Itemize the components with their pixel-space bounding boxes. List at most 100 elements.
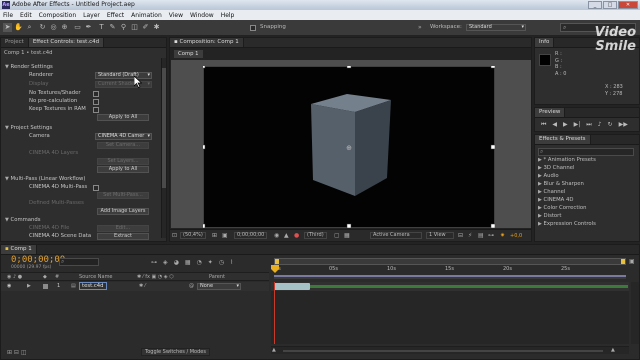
effects-item-expression-controls[interactable]: ▶ Expression Controls	[538, 220, 634, 228]
add-image-layers-button[interactable]: Add Image Layers	[97, 208, 149, 215]
multipass-group[interactable]: ▼ Multi-Pass (Linear Workflow)	[1, 175, 161, 183]
expand-triangle-icon[interactable]: ▼	[5, 176, 9, 182]
no-precalc-checkbox[interactable]	[93, 98, 99, 105]
brush-tool-icon[interactable]: ✎	[108, 23, 117, 32]
menu-effect[interactable]: Effect	[107, 12, 124, 19]
cube-layer[interactable]: ⊕	[203, 66, 495, 228]
tab-timeline-comp[interactable]: ▪ Comp 1	[1, 245, 37, 254]
layer-row[interactable]: ◉ ▶ 1 ▤ test.c4d ✱ ⁄ @ None	[1, 282, 269, 291]
menu-edit[interactable]: Edit	[20, 12, 32, 19]
comp-sub-tab[interactable]: Comp 1	[174, 50, 203, 58]
draft-3d-icon[interactable]: ◈	[163, 259, 168, 266]
exposure-value[interactable]: +0,0	[510, 233, 522, 239]
brainstorm-icon[interactable]: ✦	[208, 259, 213, 266]
expand-triangle-icon[interactable]: ▶	[538, 221, 542, 227]
frame-blending-icon[interactable]: ▦	[185, 259, 191, 266]
ram-preview-icon[interactable]: ▶▶	[619, 121, 628, 129]
timeline-toggle-icon[interactable]: ▤	[478, 232, 484, 239]
effects-item-audio[interactable]: ▶ Audio	[538, 172, 634, 180]
extract-button[interactable]: Extract	[97, 233, 149, 240]
commands-group[interactable]: ▼ Commands	[1, 216, 161, 224]
mask-tool-icon[interactable]: ▭	[73, 23, 82, 32]
rotate-tool-icon[interactable]: ↻	[38, 23, 47, 32]
pan-behind-tool-icon[interactable]: ⊕	[60, 23, 69, 32]
last-frame-icon[interactable]: ⏭	[586, 121, 591, 129]
renderer-dropdown[interactable]: Standard (Draft)	[95, 72, 152, 79]
apply-to-all-render-button[interactable]: Apply to All	[97, 114, 149, 121]
expand-triangle-icon[interactable]: ▶	[538, 205, 542, 211]
track-area[interactable]	[271, 282, 629, 344]
viewer-area[interactable]: ⊕	[171, 60, 531, 228]
layer-name[interactable]: test.c4d	[79, 282, 107, 290]
grid-icon[interactable]: ⊞	[212, 232, 217, 239]
toggle-switches-modes-button[interactable]: Toggle Switches / Modes	[141, 348, 210, 356]
comp-timecode[interactable]: 0;00;00;00	[234, 232, 268, 239]
audio-icon[interactable]: ♪	[598, 121, 602, 129]
flowchart-icon[interactable]: ⊶	[488, 232, 494, 239]
current-time-display[interactable]: 0;00;00;00	[11, 255, 65, 265]
show-snapshot-icon[interactable]: ▲	[284, 232, 289, 239]
effects-item-color-correction[interactable]: ▶ Color Correction	[538, 204, 634, 212]
prev-frame-icon[interactable]: ◀	[552, 121, 557, 129]
parent-header[interactable]: Parent	[209, 274, 225, 280]
timeline-scrollbar[interactable]	[631, 282, 639, 344]
effects-search-input[interactable]: ⌕	[538, 148, 634, 156]
minimize-button[interactable]: _	[588, 1, 602, 9]
hand-tool-icon[interactable]: ✋	[14, 23, 23, 32]
effects-item-cinema4d[interactable]: ▶ CINEMA 4D	[538, 196, 634, 204]
expand-triangle-icon[interactable]: ▶	[538, 173, 542, 179]
next-frame-icon[interactable]: ▶|	[574, 121, 581, 129]
snapshot-icon[interactable]: ◉	[274, 232, 279, 239]
current-time-indicator-icon[interactable]	[271, 265, 279, 273]
expand-triangle-icon[interactable]: ▼	[5, 64, 9, 70]
camera-tool-icon[interactable]: ◎	[49, 23, 58, 32]
zoom-in-icon[interactable]: ▲	[611, 347, 615, 353]
tab-info[interactable]: Info	[535, 38, 555, 47]
resolution-dropdown[interactable]: (Third)	[304, 232, 327, 239]
timeline-zoom-bar[interactable]: ▲ ▲	[271, 346, 629, 354]
time-navigator[interactable]	[274, 258, 626, 265]
set-layers-button[interactable]: Set Layers...	[97, 158, 149, 165]
type-tool-icon[interactable]: T	[97, 23, 106, 32]
view-layout-dropdown[interactable]: 1 View	[426, 232, 454, 239]
tab-preview[interactable]: Preview	[535, 108, 566, 117]
motion-blur-icon[interactable]: ◔	[197, 259, 202, 266]
layer-expand-triangle-icon[interactable]: ▶	[27, 283, 31, 289]
effects-item-channel[interactable]: ▶ Channel	[538, 188, 634, 196]
comp-mini-flowchart-icon[interactable]: ⊶	[151, 259, 157, 266]
source-name-header[interactable]: Source Name	[79, 274, 113, 280]
play-icon[interactable]: ▶	[563, 121, 568, 129]
clone-stamp-tool-icon[interactable]: ⚲	[119, 23, 128, 32]
menu-view[interactable]: View	[169, 12, 183, 19]
comp-canvas[interactable]: ⊕	[203, 66, 495, 228]
effect-controls-scrollbar[interactable]	[161, 58, 166, 238]
visibility-eye-icon[interactable]: ◉	[7, 283, 11, 289]
comp-button-icon[interactable]: ▣	[629, 258, 635, 265]
auto-keyframe-icon[interactable]: ◷	[219, 259, 224, 266]
zoom-out-icon[interactable]: ▲	[272, 347, 276, 353]
render-settings-group[interactable]: ▼ Render Settings	[1, 63, 161, 71]
label-color-swatch[interactable]	[43, 284, 48, 289]
parent-dropdown[interactable]: None	[197, 283, 241, 290]
workspace-dropdown[interactable]: Standard	[466, 24, 526, 31]
expand-triangle-icon[interactable]: ▶	[538, 197, 542, 203]
zoom-tool-icon[interactable]: ⌕	[25, 23, 34, 32]
set-camera-button[interactable]: Set Camera...	[97, 142, 149, 149]
tab-composition[interactable]: ▪ Composition: Comp 1	[170, 38, 244, 47]
snapping-checkbox[interactable]	[250, 24, 256, 31]
camera-view-dropdown[interactable]: Active Camera	[370, 232, 422, 239]
c4d-multipass-checkbox[interactable]	[93, 184, 99, 191]
eraser-tool-icon[interactable]: ◫	[130, 23, 139, 32]
puppet-tool-icon[interactable]: ✱	[152, 23, 161, 32]
menu-window[interactable]: Window	[190, 12, 214, 19]
expand-layer-switches-icon[interactable]: ⊞ ⊟ ◫	[7, 349, 27, 356]
pen-tool-icon[interactable]: ✒	[84, 23, 93, 32]
hide-shy-layers-icon[interactable]: ◕	[174, 259, 179, 266]
loop-icon[interactable]: ↻	[608, 121, 613, 129]
expand-triangle-icon[interactable]: ▶	[538, 213, 542, 219]
layer-duration-bar[interactable]	[274, 283, 310, 290]
time-ruler[interactable]: 0s 05s 10s 15s 20s 25s	[271, 257, 626, 281]
graph-editor-icon[interactable]: ⌇	[230, 259, 233, 266]
selection-tool-icon[interactable]: ➤	[3, 23, 12, 32]
expand-triangle-icon[interactable]: ▼	[5, 217, 9, 223]
